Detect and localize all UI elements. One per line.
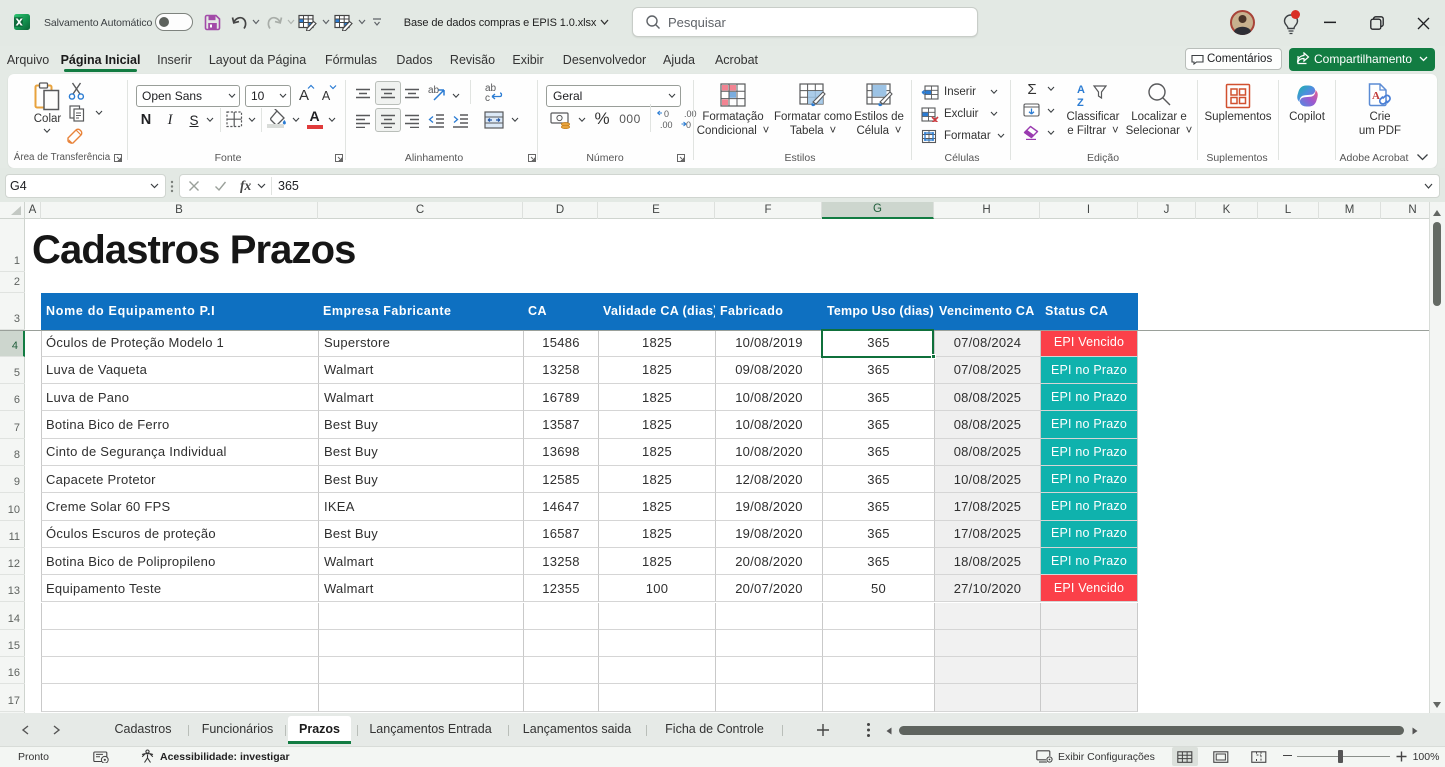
svg-text:c: c	[485, 93, 490, 102]
svg-text:A: A	[1372, 90, 1380, 102]
svg-text:0: 0	[664, 109, 669, 119]
svg-text:.00: .00	[660, 120, 673, 130]
svg-text:Z: Z	[1077, 97, 1084, 108]
svg-text:ab: ab	[428, 85, 440, 96]
svg-text:A: A	[1077, 84, 1085, 96]
